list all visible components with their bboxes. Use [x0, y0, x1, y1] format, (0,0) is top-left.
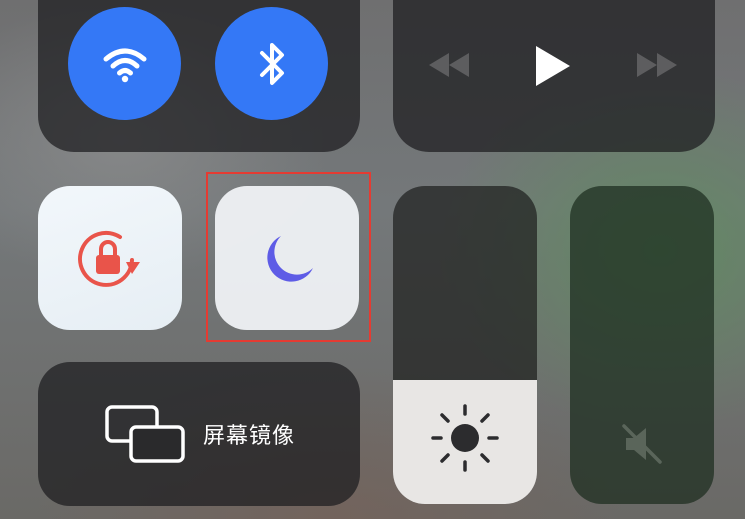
connectivity-module — [38, 0, 360, 152]
highlight-box — [206, 172, 371, 342]
media-controls-module — [393, 0, 715, 152]
wifi-icon — [103, 48, 146, 82]
wifi-toggle-button[interactable] — [68, 7, 181, 120]
screen-mirroring-label: 屏幕镜像 — [202, 424, 295, 449]
rotation-lock-button[interactable] — [38, 186, 182, 330]
fast-forward-icon — [637, 53, 677, 77]
brightness-slider[interactable] — [393, 186, 537, 504]
screen-mirroring-button[interactable]: 屏幕镜像 — [38, 362, 360, 506]
rewind-button[interactable] — [425, 50, 473, 80]
speaker-muted-icon — [622, 424, 662, 464]
rotation-lock-icon — [78, 230, 140, 287]
volume-slider[interactable] — [570, 186, 714, 504]
rewind-icon — [429, 53, 469, 77]
play-button[interactable] — [530, 43, 574, 89]
bluetooth-icon — [259, 42, 284, 85]
bluetooth-toggle-button[interactable] — [215, 7, 328, 120]
fast-forward-button[interactable] — [633, 50, 681, 80]
sun-icon — [431, 404, 499, 472]
play-icon — [536, 46, 570, 86]
screen-mirroring-icon — [105, 405, 185, 463]
